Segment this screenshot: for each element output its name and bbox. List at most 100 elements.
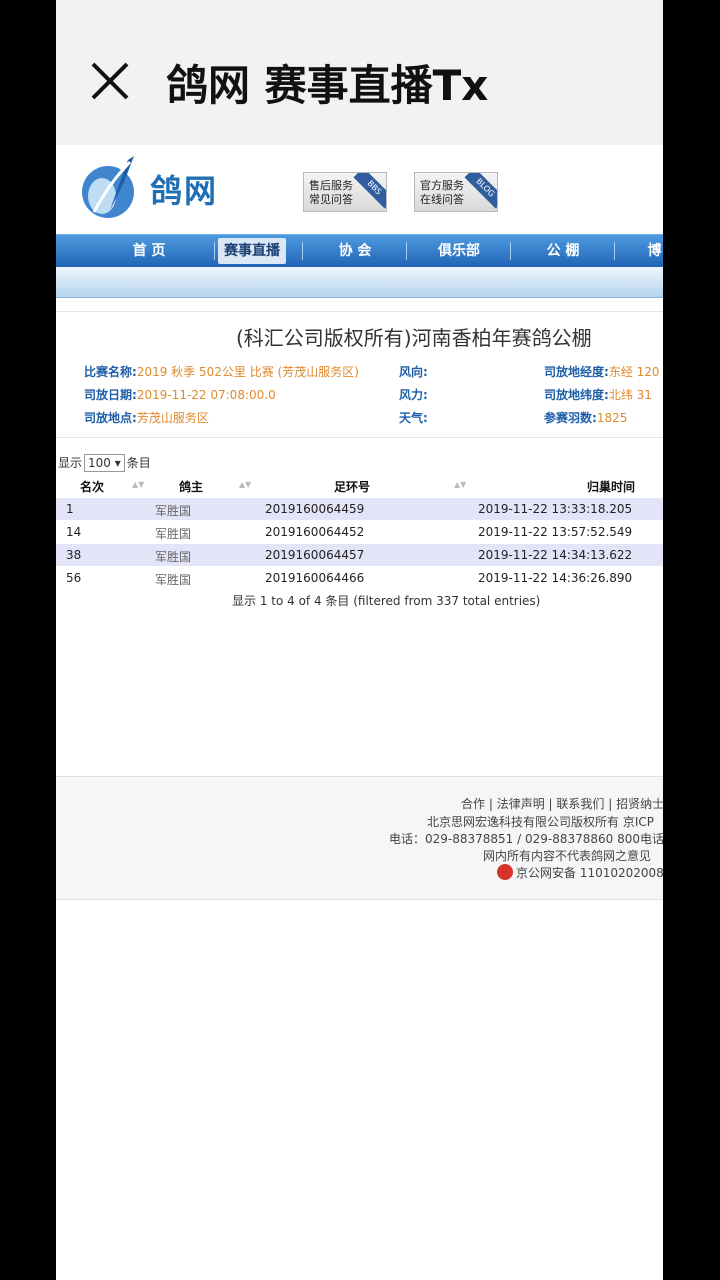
- col-owner[interactable]: 鸽主: [179, 478, 203, 495]
- site-footer: 合作 | 法律声明 | 联系我们 | 招贤纳士 北京思网宏逸科技有限公司版权所有…: [56, 776, 663, 900]
- nav-divider: [406, 242, 407, 260]
- info-key: 司放地点:: [84, 411, 137, 425]
- cell-arrival-time: 2019-11-22 13:33:18.205: [478, 502, 633, 516]
- site-logo-text[interactable]: 鸽网: [150, 166, 218, 212]
- close-icon[interactable]: [84, 55, 136, 107]
- nav-blog[interactable]: 博: [646, 235, 663, 267]
- footer-link-legal[interactable]: 法律声明: [497, 797, 545, 811]
- info-value: 北纬 31: [608, 388, 652, 402]
- nav-club[interactable]: 俱乐部: [426, 235, 492, 267]
- race-title: (科汇公司版权所有)河南香柏年赛鸽公棚: [236, 326, 592, 350]
- nav-divider: [302, 242, 303, 260]
- footer-link-contact[interactable]: 联系我们: [556, 797, 604, 811]
- footer-disclaimer: 网内所有内容不代表鸽网之意见: [483, 849, 652, 863]
- cell-ring-number: 2019160064457: [265, 548, 365, 562]
- footer-beian[interactable]: 京公网安备 110102020083: [497, 864, 663, 881]
- cell-arrival-time: 2019-11-22 14:34:13.622: [478, 548, 633, 562]
- button-line1: 官方服务: [420, 179, 464, 192]
- pigeon-logo-icon[interactable]: [80, 152, 140, 222]
- table-row[interactable]: 38 军胜国 2019160064457 2019-11-22 14:34:13…: [56, 544, 663, 566]
- release-location: 司放地点:芳茂山服务区: [84, 409, 209, 426]
- footer-link-cooperation[interactable]: 合作: [461, 797, 485, 811]
- sort-icon[interactable]: ▲▼: [132, 480, 144, 489]
- button-line2: 在线问答: [420, 193, 464, 206]
- info-key: 参赛羽数:: [544, 411, 597, 425]
- release-date: 司放日期:2019-11-22 07:08:00.0: [84, 386, 276, 403]
- page-length-value: 100: [88, 456, 111, 470]
- col-arrival-time[interactable]: 归巢时间: [587, 478, 635, 495]
- footer-phone: 电话：029-88378851 / 029-88378860 800电话：: [389, 832, 663, 846]
- sort-icon[interactable]: ▲▼: [239, 480, 251, 489]
- cell-ring-number: 2019160064452: [265, 525, 365, 539]
- info-key: 风力:: [399, 388, 428, 402]
- cell-arrival-time: 2019-11-22 13:57:52.549: [478, 525, 633, 539]
- cell-ring-number: 2019160064466: [265, 571, 365, 585]
- nav-divider: [510, 242, 511, 260]
- table-row[interactable]: 56 军胜国 2019160064466 2019-11-22 14:36:26…: [56, 567, 663, 589]
- entry-count: 参赛羽数:1825: [544, 409, 627, 426]
- race-info-panel: (科汇公司版权所有)河南香柏年赛鸽公棚 比赛名称:2019 秋季 502公里 比…: [56, 311, 663, 438]
- footer-links: 合作 | 法律声明 | 联系我们 | 招贤纳士: [461, 797, 663, 811]
- info-value: 2019-11-22 07:08:00.0: [136, 388, 276, 402]
- info-key: 司放地经度:: [544, 365, 609, 379]
- wind-force: 风力:: [399, 386, 428, 403]
- phone-screen: 鸽网 赛事直播Tx 鸽网 售后服务 常见问答 BBS 官方服务 在线问答 BLO…: [56, 0, 663, 1280]
- after-sales-faq-button[interactable]: 售后服务 常见问答 BBS: [303, 172, 387, 212]
- nav-divider: [614, 242, 615, 260]
- police-badge-icon: [497, 864, 513, 880]
- footer-copyright: 北京思网宏逸科技有限公司版权所有 京ICP: [427, 815, 654, 829]
- cell-owner: 军胜国: [155, 504, 192, 518]
- web-page[interactable]: 鸽网 售后服务 常见问答 BBS 官方服务 在线问答 BLOG 首 页 赛事直播…: [56, 146, 663, 1280]
- info-key: 司放日期:: [84, 388, 137, 402]
- cell-rank: 56: [66, 571, 82, 585]
- wind-direction: 风向:: [399, 363, 428, 380]
- cell-owner: 军胜国: [155, 527, 192, 541]
- sub-nav-bar: [56, 267, 663, 298]
- info-value: 2019 秋季 502公里 比赛 (芳茂山服务区): [136, 365, 359, 379]
- table-row[interactable]: 14 军胜国 2019160064452 2019-11-22 13:57:52…: [56, 521, 663, 543]
- length-suffix: 条目: [126, 456, 151, 470]
- nav-loft[interactable]: 公 棚: [530, 235, 596, 267]
- cell-ring-number: 2019160064459: [265, 502, 365, 516]
- info-key: 司放地纬度:: [544, 388, 609, 402]
- info-value: 1825: [596, 411, 628, 425]
- info-value: 芳茂山服务区: [136, 411, 209, 425]
- blog-ribbon: BLOG: [464, 173, 497, 209]
- table-info: 显示 1 to 4 of 4 条目 (filtered from 337 tot…: [232, 594, 541, 608]
- cell-rank: 1: [66, 502, 74, 516]
- nav-association[interactable]: 协 会: [322, 235, 388, 267]
- length-prefix: 显示: [58, 456, 83, 470]
- cell-rank: 14: [66, 525, 82, 539]
- table-header: 名次 ▲▼ 鸽主 ▲▼ 足环号 ▲▼ 归巢时间: [56, 476, 663, 499]
- nav-live-race[interactable]: 赛事直播: [218, 238, 286, 264]
- cell-rank: 38: [66, 548, 82, 562]
- weather: 天气:: [399, 409, 428, 426]
- cell-owner: 军胜国: [155, 573, 192, 587]
- col-ring-number[interactable]: 足环号: [334, 478, 370, 495]
- nav-divider: [214, 242, 215, 260]
- dropdown-arrow-icon: ▾: [114, 456, 121, 470]
- col-rank[interactable]: 名次: [80, 478, 104, 495]
- button-line1: 售后服务: [309, 179, 353, 192]
- info-key: 天气:: [399, 411, 428, 425]
- sort-icon[interactable]: ▲▼: [454, 480, 466, 489]
- page-length-select[interactable]: 100 ▾: [84, 454, 125, 472]
- cell-arrival-time: 2019-11-22 14:36:26.890: [478, 571, 633, 585]
- info-key: 风向:: [399, 365, 428, 379]
- cell-owner: 军胜国: [155, 550, 192, 564]
- nav-home[interactable]: 首 页: [116, 235, 182, 267]
- main-nav: 首 页 赛事直播 协 会 俱乐部 公 棚 博: [56, 234, 663, 267]
- info-key: 比赛名称:: [84, 365, 137, 379]
- beian-text: 京公网安备 110102020083: [516, 866, 663, 880]
- app-bar-title: 鸽网 赛事直播Tx: [166, 61, 489, 110]
- official-qa-button[interactable]: 官方服务 在线问答 BLOG: [414, 172, 498, 212]
- info-value: 东经 120: [608, 365, 660, 379]
- release-latitude: 司放地纬度:北纬 31: [544, 386, 652, 403]
- table-row[interactable]: 1 军胜国 2019160064459 2019-11-22 13:33:18.…: [56, 498, 663, 520]
- footer-link-careers[interactable]: 招贤纳士: [616, 797, 663, 811]
- button-line2: 常见问答: [309, 193, 353, 206]
- bbs-ribbon: BBS: [353, 173, 386, 209]
- release-longitude: 司放地经度:东经 120: [544, 363, 660, 380]
- app-bar: 鸽网 赛事直播Tx: [56, 0, 663, 145]
- race-name: 比赛名称:2019 秋季 502公里 比赛 (芳茂山服务区): [84, 363, 359, 380]
